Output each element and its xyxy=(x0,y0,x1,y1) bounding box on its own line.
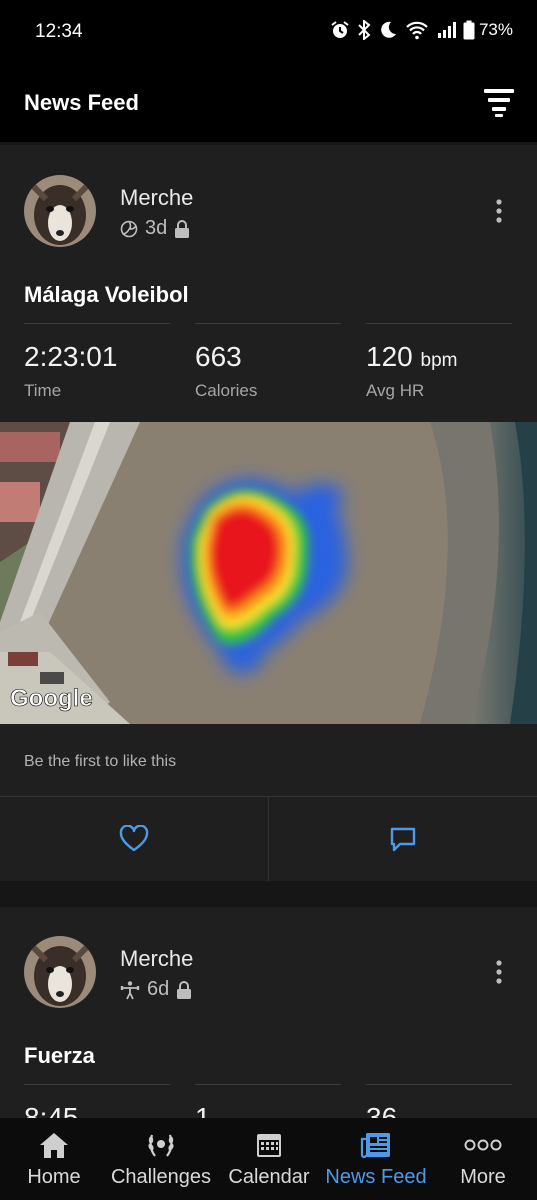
stat-third: 36 xyxy=(366,1084,512,1118)
stat-value: 663 xyxy=(195,341,242,372)
nav-label: Home xyxy=(27,1166,81,1188)
activity-card[interactable]: Merche 3d Málaga Voleibol 2:23:01 Time 6… xyxy=(0,145,537,881)
app-bar: News Feed xyxy=(0,64,537,142)
stat-value: 8:45 xyxy=(24,1102,79,1118)
avatar[interactable] xyxy=(24,175,96,247)
stat-time: 2:23:01 Time xyxy=(24,323,170,401)
stat-first: 8:45 xyxy=(24,1084,170,1118)
stat-calories: 663 Calories xyxy=(195,323,341,401)
nav-label: Calendar xyxy=(228,1166,310,1188)
battery-icon xyxy=(463,20,475,40)
stat-label: Avg HR xyxy=(366,381,425,400)
activity-heatmap-map[interactable]: Google xyxy=(0,422,537,724)
stat-label: Time xyxy=(24,381,62,400)
comment-button[interactable] xyxy=(269,797,537,881)
post-options-button[interactable] xyxy=(487,197,511,225)
nav-news-feed[interactable]: News Feed xyxy=(322,1118,430,1200)
page-title: News Feed xyxy=(24,90,139,115)
wifi-icon xyxy=(406,21,428,40)
stat-second: 1 xyxy=(195,1084,341,1118)
status-icons: 73% xyxy=(330,20,513,40)
calendar-icon xyxy=(257,1134,281,1157)
map-attribution: Google xyxy=(10,685,93,712)
stat-value: 36 xyxy=(366,1102,398,1118)
volleyball-icon xyxy=(120,220,138,237)
more-dots-icon xyxy=(464,1139,502,1151)
user-name[interactable]: Merche xyxy=(120,946,193,972)
activity-card[interactable]: Merche 6d Fuerza 8:45 1 36 xyxy=(0,907,537,1118)
news-icon xyxy=(360,1133,390,1159)
nav-challenges[interactable]: Challenges xyxy=(108,1118,214,1200)
post-age: 3d xyxy=(145,217,168,239)
stat-value: 2:23:01 xyxy=(24,341,118,372)
lock-icon xyxy=(175,219,190,238)
strength-icon xyxy=(120,980,140,999)
stat-avg-hr: 120 bpm Avg HR xyxy=(366,323,512,401)
comment-icon xyxy=(390,827,416,852)
activity-title[interactable]: Málaga Voleibol xyxy=(24,282,189,308)
filter-button[interactable] xyxy=(483,86,515,118)
post-age: 6d xyxy=(147,978,170,1000)
nav-calendar[interactable]: Calendar xyxy=(226,1118,312,1200)
battery-percent: 73% xyxy=(478,20,513,39)
more-vertical-icon xyxy=(496,960,502,984)
status-bar: 12:34 73% xyxy=(0,0,537,64)
home-icon xyxy=(40,1133,68,1158)
stat-value: 1 xyxy=(195,1102,211,1118)
avatar[interactable] xyxy=(24,936,96,1008)
nav-more[interactable]: More xyxy=(444,1118,522,1200)
activity-title[interactable]: Fuerza xyxy=(24,1043,95,1069)
post-meta: 6d xyxy=(120,978,192,1001)
signal-icon xyxy=(437,22,456,38)
lock-icon xyxy=(177,980,192,999)
heart-icon xyxy=(119,825,149,852)
more-vertical-icon xyxy=(496,199,502,223)
status-time: 12:34 xyxy=(35,21,83,42)
alarm-icon xyxy=(331,21,349,38)
stat-label: Calories xyxy=(195,381,258,400)
bluetooth-icon xyxy=(358,20,371,40)
do-not-disturb-moon-icon xyxy=(381,21,396,38)
user-name[interactable]: Merche xyxy=(120,185,193,211)
news-feed-list[interactable]: Merche 3d Málaga Voleibol 2:23:01 Time 6… xyxy=(0,142,537,1118)
stat-value: 120 xyxy=(366,341,413,372)
laurel-icon xyxy=(148,1134,174,1157)
bottom-navigation: Home Challenges Calendar News Feed More xyxy=(0,1118,537,1200)
post-meta: 3d xyxy=(120,217,190,240)
nav-label: Challenges xyxy=(110,1166,212,1188)
post-options-button[interactable] xyxy=(487,958,511,986)
stat-unit: bpm xyxy=(420,350,458,371)
nav-label: More xyxy=(460,1166,506,1188)
likes-text[interactable]: Be the first to like this xyxy=(24,753,176,771)
like-button[interactable] xyxy=(0,797,268,881)
nav-home[interactable]: Home xyxy=(12,1118,96,1200)
nav-label: News Feed xyxy=(325,1166,427,1188)
filter-icon xyxy=(484,89,514,117)
